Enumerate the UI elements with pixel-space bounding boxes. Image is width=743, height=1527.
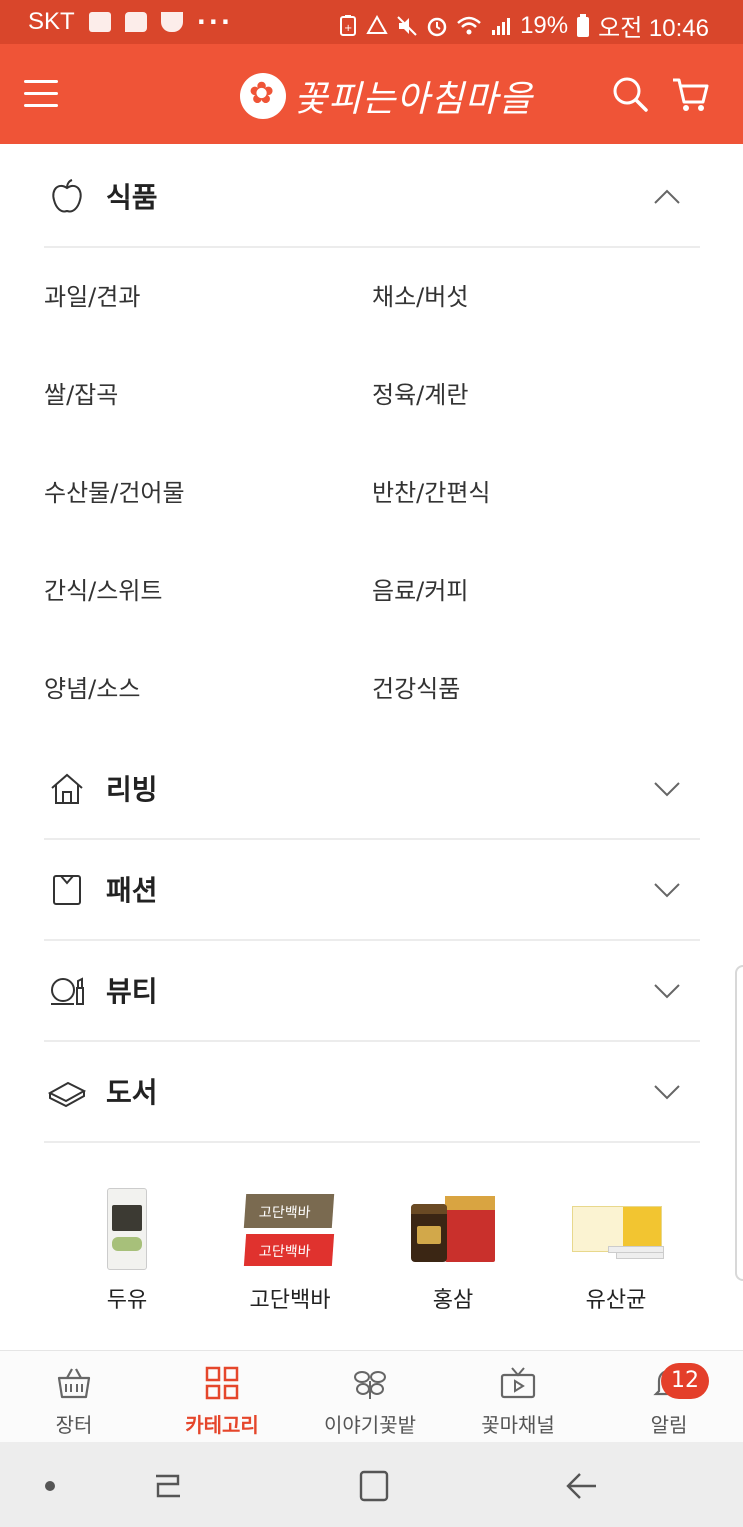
house-icon bbox=[51, 773, 83, 804]
category-food[interactable]: 식품 bbox=[44, 146, 700, 248]
product-label: 유산균 bbox=[585, 1288, 647, 1313]
status-bar: SKT ··· + 19% 오전 10:46 bbox=[0, 0, 743, 44]
subcategory-health-food[interactable]: 건강식품 bbox=[372, 669, 460, 704]
featured-product-protein-bar[interactable]: 고단백바 고단백바 고단백바 bbox=[215, 1188, 365, 1314]
basket-icon bbox=[57, 1368, 91, 1399]
wifi-icon bbox=[457, 16, 481, 34]
category-label: 도서 bbox=[106, 1076, 158, 1109]
battery-saver-icon: + bbox=[340, 14, 357, 36]
grid-icon bbox=[205, 1366, 239, 1400]
subcategory-fruit-nuts[interactable]: 과일/견과 bbox=[44, 277, 140, 312]
hamburger-menu-icon[interactable] bbox=[24, 80, 58, 108]
chevron-down-icon[interactable] bbox=[654, 776, 680, 802]
search-icon[interactable] bbox=[610, 74, 650, 114]
category-label: 뷰티 bbox=[106, 975, 158, 1008]
system-navigation-bar bbox=[0, 1442, 743, 1527]
subcategory-rice-grains[interactable]: 쌀/잡곡 bbox=[44, 375, 118, 410]
nav-notifications[interactable]: 12 알림 bbox=[595, 1351, 743, 1443]
apple-icon bbox=[52, 179, 82, 213]
edge-panel-handle[interactable] bbox=[735, 965, 743, 1281]
cart-icon[interactable] bbox=[670, 74, 710, 114]
alarm-icon bbox=[427, 17, 447, 36]
book-icon bbox=[48, 1081, 86, 1108]
carrier-label: SKT bbox=[28, 8, 75, 35]
tv-icon bbox=[500, 1367, 536, 1399]
nav-label: 카테고리 bbox=[185, 1413, 259, 1437]
chevron-down-icon[interactable] bbox=[654, 978, 680, 1004]
bottom-navigation: 장터 카테고리 이야기꽃밭 꽃마채널 12 알림 bbox=[0, 1350, 743, 1443]
probiotics-product-image bbox=[568, 1188, 664, 1274]
battery-percent: 19% bbox=[520, 11, 569, 39]
featured-product-red-ginseng[interactable]: 홍삼 bbox=[378, 1188, 528, 1314]
chevron-up-icon[interactable] bbox=[654, 184, 680, 210]
subcategory-seasoning-sauce[interactable]: 양념/소스 bbox=[44, 669, 140, 704]
protein-bar-package-text: 고단백바 bbox=[258, 1244, 311, 1260]
flower-logo-icon bbox=[240, 73, 286, 119]
nav-label: 장터 bbox=[55, 1413, 93, 1437]
nav-channel[interactable]: 꽃마채널 bbox=[444, 1351, 592, 1443]
featured-product-soymilk[interactable]: 두유 bbox=[52, 1188, 202, 1314]
brand-logo[interactable]: 꽃피는아침마을 bbox=[240, 70, 533, 122]
category-label: 리빙 bbox=[106, 773, 158, 806]
clock: 오전 10:46 bbox=[598, 15, 709, 42]
protein-bar-package-text: 고단백바 bbox=[258, 1205, 311, 1221]
red-ginseng-product-image bbox=[411, 1188, 495, 1274]
subcategory-meat-eggs[interactable]: 정육/계란 bbox=[372, 375, 468, 410]
gallery-notification-icon bbox=[88, 12, 111, 32]
featured-product-probiotics[interactable]: 유산균 bbox=[541, 1188, 691, 1314]
soymilk-product-image bbox=[107, 1188, 147, 1274]
nav-label: 알림 bbox=[650, 1413, 688, 1437]
nav-dot-icon[interactable] bbox=[28, 1464, 72, 1508]
recent-apps-icon[interactable] bbox=[146, 1464, 190, 1508]
back-arrow-icon[interactable] bbox=[560, 1464, 604, 1508]
product-label: 두유 bbox=[106, 1288, 148, 1313]
app-header: 꽃피는아침마을 bbox=[0, 44, 743, 144]
category-label: 패션 bbox=[106, 874, 158, 907]
protein-bar-product-image: 고단백바 고단백바 bbox=[243, 1188, 335, 1274]
category-beauty[interactable]: 뷰티 bbox=[44, 940, 700, 1042]
cup-notification-icon bbox=[160, 12, 183, 32]
nav-label: 이야기꽃밭 bbox=[324, 1413, 416, 1437]
more-notifications-indicator: ··· bbox=[196, 8, 234, 36]
product-label: 고단백바 bbox=[249, 1288, 331, 1313]
home-icon[interactable] bbox=[352, 1464, 396, 1508]
cosmetics-icon bbox=[51, 977, 84, 1005]
svg-text:+: + bbox=[344, 23, 352, 34]
nav-story-garden[interactable]: 이야기꽃밭 bbox=[296, 1351, 444, 1443]
shirt-icon bbox=[53, 875, 81, 905]
subcategory-sidedishes[interactable]: 반찬/간편식 bbox=[372, 473, 491, 508]
nav-label: 꽃마채널 bbox=[481, 1413, 555, 1437]
nav-market[interactable]: 장터 bbox=[0, 1351, 148, 1443]
mute-icon bbox=[397, 15, 417, 36]
category-label: 식품 bbox=[106, 181, 158, 214]
subcategory-beverages-coffee[interactable]: 음료/커피 bbox=[372, 571, 468, 606]
category-books[interactable]: 도서 bbox=[44, 1041, 700, 1143]
chevron-down-icon[interactable] bbox=[654, 1079, 680, 1105]
subcategory-vegetables-mushrooms[interactable]: 채소/버섯 bbox=[372, 277, 468, 312]
battery-icon bbox=[577, 13, 590, 37]
notification-badge: 12 bbox=[661, 1363, 709, 1399]
category-fashion[interactable]: 패션 bbox=[44, 839, 700, 941]
flower-icon bbox=[354, 1371, 386, 1399]
message-notification-icon bbox=[124, 12, 147, 32]
category-living[interactable]: 리빙 bbox=[44, 738, 700, 840]
logo-text: 꽃피는아침마을 bbox=[294, 79, 533, 120]
nav-category[interactable]: 카테고리 bbox=[148, 1351, 296, 1443]
signal-icon bbox=[492, 17, 511, 35]
subcategory-seafood[interactable]: 수산물/건어물 bbox=[44, 473, 185, 508]
chevron-down-icon[interactable] bbox=[654, 877, 680, 903]
product-label: 홍삼 bbox=[432, 1288, 474, 1313]
subcategory-snacks-sweets[interactable]: 간식/스위트 bbox=[44, 571, 163, 606]
sync-icon bbox=[366, 14, 388, 34]
